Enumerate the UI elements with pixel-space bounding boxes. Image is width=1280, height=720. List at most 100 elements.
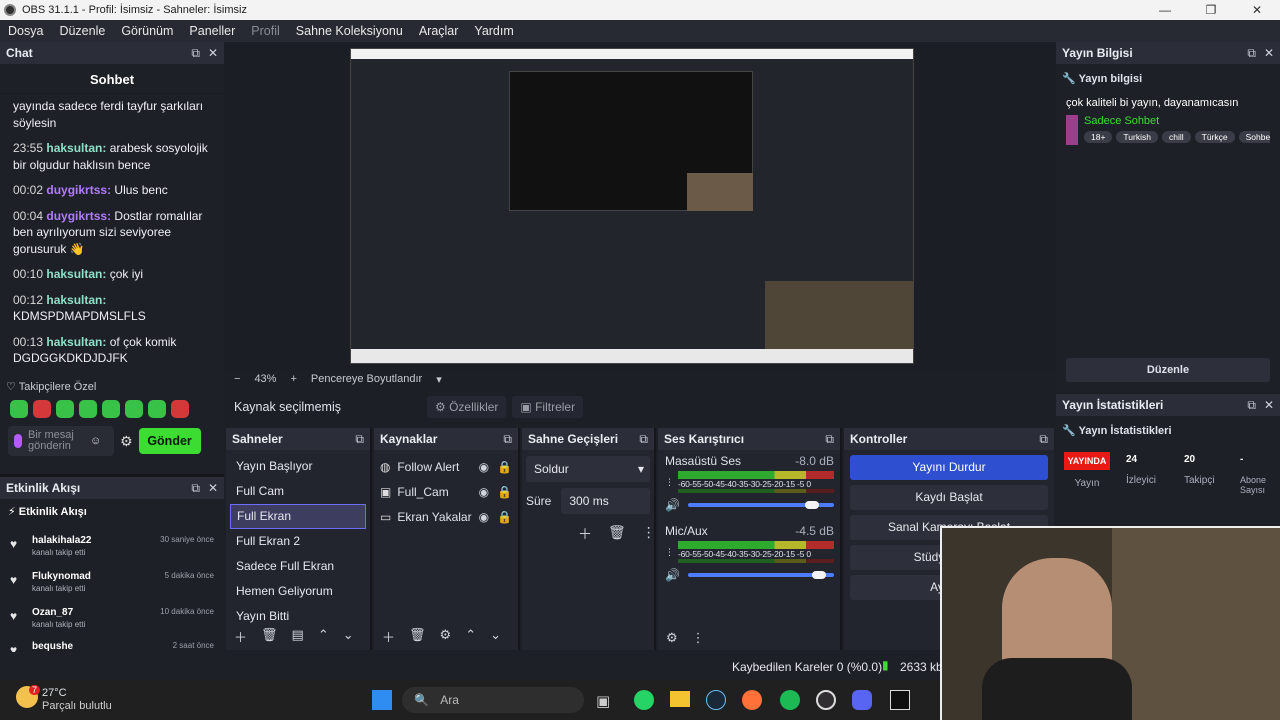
- task-view-icon[interactable]: ▣: [596, 692, 610, 710]
- emoji-icon[interactable]: ☺: [90, 435, 101, 447]
- add-icon[interactable]: ＋: [578, 524, 592, 544]
- gear-icon[interactable]: ⚙: [666, 630, 678, 646]
- chat-input[interactable]: Bir mesaj gönderin ☺: [8, 426, 114, 456]
- close-icon[interactable]: ✕: [1264, 46, 1274, 61]
- send-button[interactable]: Gönder: [138, 428, 201, 454]
- float-icon[interactable]: ⧉: [191, 46, 200, 61]
- scene-item[interactable]: Hemen Geliyorum: [230, 579, 366, 604]
- maximize-icon[interactable]: ❐: [1188, 3, 1234, 17]
- delete-icon[interactable]: 🗑: [261, 627, 278, 646]
- float-icon[interactable]: ⧉: [639, 432, 648, 447]
- stop-streaming-button[interactable]: Yayını Durdur: [850, 455, 1048, 480]
- filter-icon[interactable]: ▤: [292, 627, 304, 646]
- chat-username[interactable]: haksultan: [46, 141, 102, 155]
- eye-icon[interactable]: ◉: [479, 510, 489, 524]
- emote-icon[interactable]: [171, 400, 189, 418]
- menu-tools[interactable]: Araçlar: [411, 24, 467, 38]
- notion-icon[interactable]: [890, 690, 910, 710]
- minimize-icon[interactable]: —: [1142, 3, 1188, 17]
- move-down-icon[interactable]: ⌄: [343, 627, 354, 646]
- folder-icon[interactable]: [670, 691, 690, 707]
- delete-icon[interactable]: 🗑: [608, 524, 626, 544]
- chat-username[interactable]: haksultan: [46, 335, 102, 349]
- lock-icon[interactable]: 🔒: [497, 485, 512, 499]
- zoom-out-button[interactable]: −: [234, 373, 240, 385]
- float-icon[interactable]: ⧉: [1039, 432, 1048, 447]
- gear-icon[interactable]: ⚙: [440, 627, 452, 646]
- move-up-icon[interactable]: ⌃: [318, 627, 329, 646]
- steam-icon[interactable]: [706, 690, 726, 710]
- duration-input[interactable]: 300 ms: [561, 488, 650, 514]
- add-source-icon[interactable]: ＋: [382, 627, 395, 646]
- add-scene-icon[interactable]: ＋: [234, 627, 247, 646]
- zoom-in-button[interactable]: +: [290, 373, 296, 385]
- emote-icon[interactable]: [125, 400, 143, 418]
- discord-icon[interactable]: [852, 690, 872, 710]
- menu-edit[interactable]: Düzenle: [51, 24, 113, 38]
- lock-icon[interactable]: 🔒: [497, 510, 512, 524]
- chevron-down-icon[interactable]: ▾: [436, 373, 442, 386]
- menu-help[interactable]: Yardım: [466, 24, 521, 38]
- chat-username[interactable]: haksultan: [46, 267, 102, 281]
- close-icon[interactable]: ✕: [1264, 398, 1274, 413]
- move-up-icon[interactable]: ⌃: [465, 627, 476, 646]
- scene-item[interactable]: Full Ekran 2: [230, 529, 366, 554]
- close-icon[interactable]: ✕: [208, 481, 218, 496]
- more-icon[interactable]: ⋮: [692, 630, 705, 646]
- delete-icon[interactable]: 🗑: [409, 627, 426, 646]
- float-icon[interactable]: ⧉: [503, 432, 512, 447]
- eye-icon[interactable]: ◉: [479, 485, 489, 499]
- lock-icon[interactable]: 🔒: [497, 460, 512, 474]
- whatsapp-icon[interactable]: [634, 690, 654, 710]
- float-icon[interactable]: ⧉: [1247, 46, 1256, 61]
- menu-docks[interactable]: Paneller: [181, 24, 243, 38]
- scene-item[interactable]: Full Cam: [230, 479, 366, 504]
- chat-username[interactable]: duygikrtss: [46, 183, 107, 197]
- transition-select[interactable]: Soldur ▾: [526, 456, 650, 482]
- close-icon[interactable]: ✕: [1234, 3, 1280, 17]
- obs-icon[interactable]: [816, 690, 836, 710]
- emote-icon[interactable]: [56, 400, 74, 418]
- emote-icon[interactable]: [102, 400, 120, 418]
- float-icon[interactable]: ⧉: [191, 481, 200, 496]
- source-item[interactable]: ▣ Full_Cam ◉ 🔒: [374, 479, 518, 504]
- float-icon[interactable]: ⧉: [1247, 398, 1256, 413]
- taskbar-search[interactable]: 🔍 Ara: [402, 687, 584, 713]
- volume-slider[interactable]: [687, 571, 834, 579]
- emote-icon[interactable]: [10, 400, 28, 418]
- close-icon[interactable]: ✕: [208, 46, 218, 61]
- firefox-icon[interactable]: [742, 690, 762, 710]
- scene-item[interactable]: Yayın Bitti: [230, 604, 366, 629]
- more-icon[interactable]: ⋮: [642, 524, 656, 544]
- emote-icon[interactable]: [148, 400, 166, 418]
- spotify-icon[interactable]: [780, 690, 800, 710]
- move-down-icon[interactable]: ⌄: [490, 627, 501, 646]
- start-recording-button[interactable]: Kaydı Başlat: [850, 485, 1048, 510]
- menu-profile[interactable]: Profil: [243, 24, 287, 38]
- menu-view[interactable]: Görünüm: [113, 24, 181, 38]
- chat-username[interactable]: haksultan: [46, 293, 102, 307]
- eye-icon[interactable]: ◉: [479, 460, 489, 474]
- filters-button[interactable]: ▣ Filtreler: [512, 396, 584, 418]
- zoom-level[interactable]: 43%: [254, 373, 276, 385]
- emote-icon[interactable]: [33, 400, 51, 418]
- float-icon[interactable]: ⧉: [355, 432, 364, 447]
- properties-button[interactable]: ⚙ Özellikler: [426, 396, 507, 418]
- chat-settings-icon[interactable]: ⚙: [120, 433, 133, 450]
- emote-icon[interactable]: [79, 400, 97, 418]
- float-icon[interactable]: ⧉: [825, 432, 834, 447]
- fit-to-window-button[interactable]: Pencereye Boyutlandır: [311, 373, 422, 385]
- scene-item[interactable]: Yayın Başlıyor: [230, 454, 366, 479]
- menu-scene-collection[interactable]: Sahne Koleksiyonu: [288, 24, 411, 38]
- chat-username[interactable]: duygikrtss: [46, 209, 107, 223]
- source-item[interactable]: ▭ Ekran Yakalar ◉ 🔒: [374, 504, 518, 529]
- scene-item-selected[interactable]: Full Ekran: [230, 504, 366, 529]
- menu-file[interactable]: Dosya: [0, 24, 51, 38]
- scene-item[interactable]: Sadece Full Ekran: [230, 554, 366, 579]
- windows-start-icon[interactable]: [372, 690, 392, 710]
- source-item[interactable]: ◍ Follow Alert ◉ 🔒: [374, 454, 518, 479]
- category-name[interactable]: Sadece Sohbet: [1084, 115, 1270, 127]
- speaker-icon[interactable]: 🔊: [665, 568, 680, 582]
- speaker-icon[interactable]: 🔊: [665, 498, 680, 512]
- edit-button[interactable]: Düzenle: [1066, 358, 1270, 382]
